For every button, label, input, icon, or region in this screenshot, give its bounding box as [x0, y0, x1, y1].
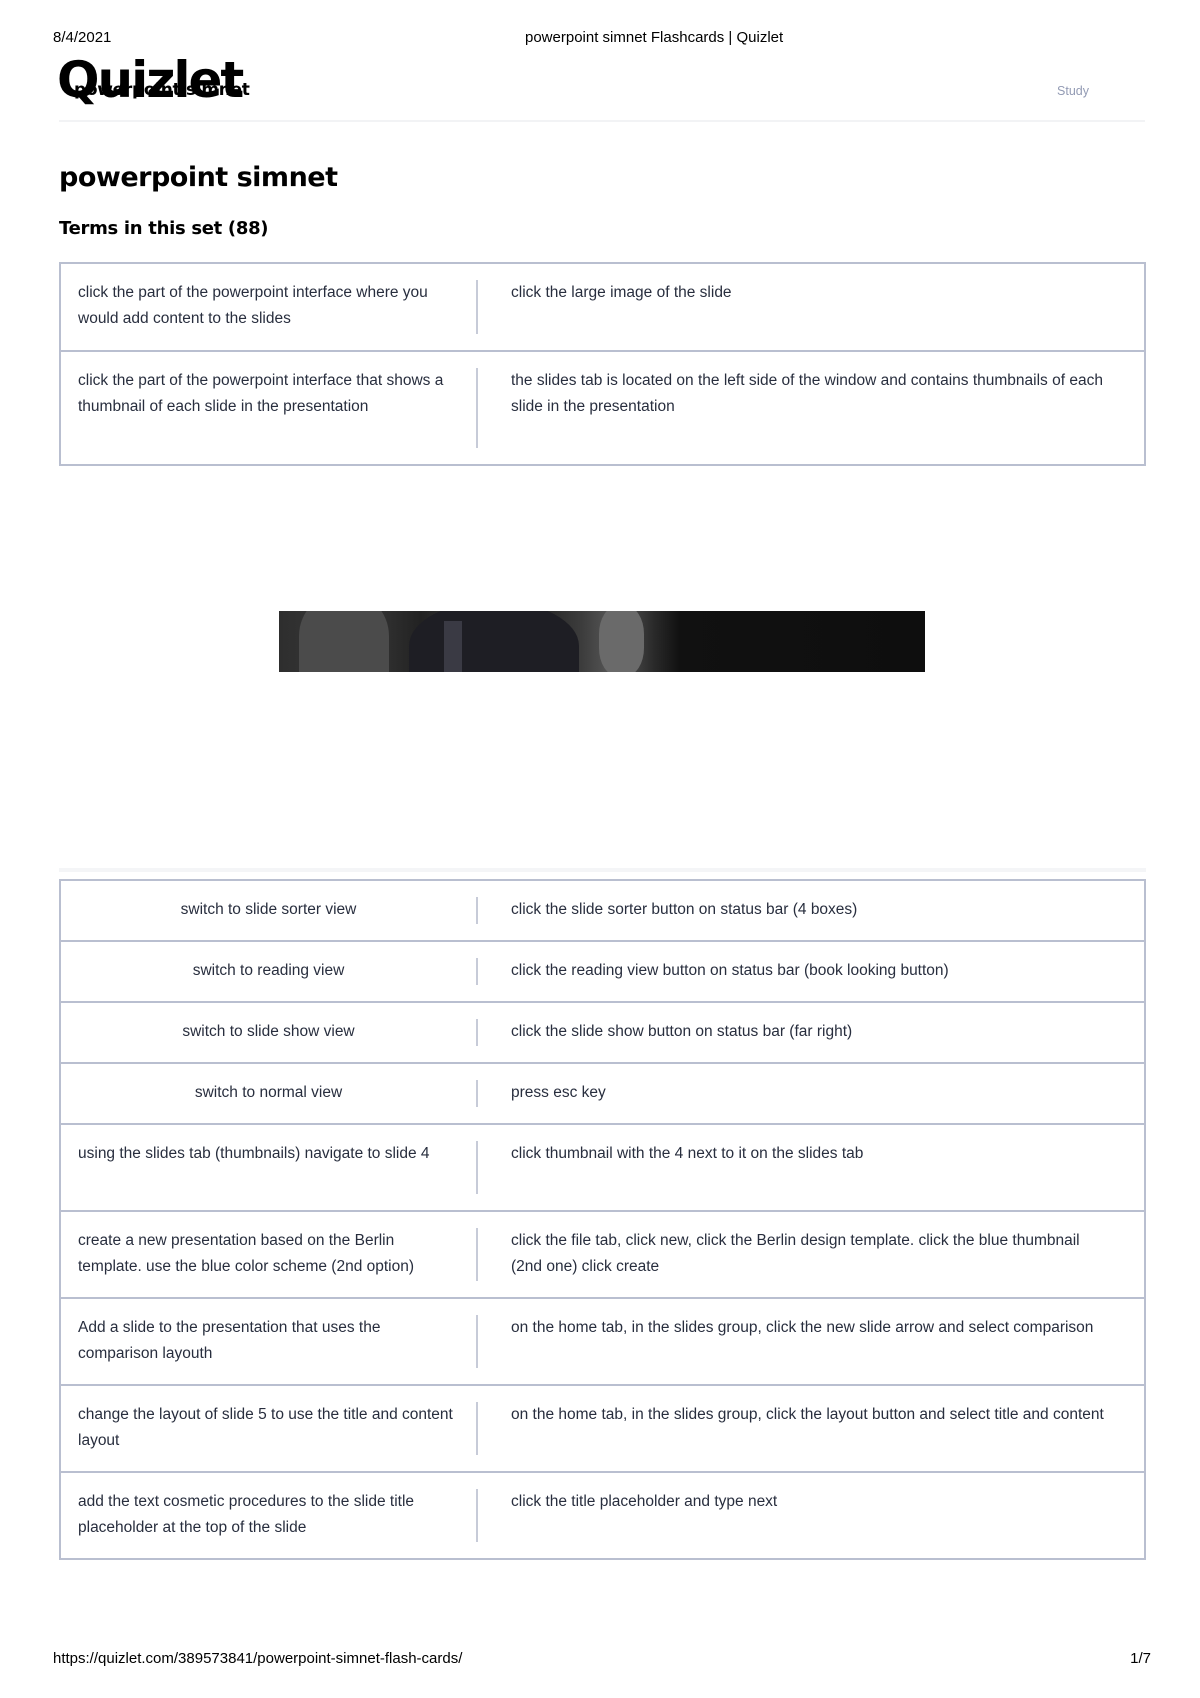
ad-person-shape	[409, 611, 579, 672]
study-link[interactable]: Study	[1057, 84, 1089, 98]
term-row: create a new presentation based on the B…	[61, 1212, 1144, 1299]
term-row: switch to slide sorter view click the sl…	[61, 881, 1144, 942]
term-definition: press esc key	[511, 1084, 606, 1101]
advertisement-image[interactable]	[279, 611, 925, 672]
ad-tie-shape	[444, 621, 462, 672]
set-title: powerpoint simnet	[59, 162, 338, 193]
term-row: add the text cosmetic procedures to the …	[61, 1473, 1144, 1560]
term-word: create a new presentation based on the B…	[61, 1228, 478, 1281]
term-definition: click the slide show button on status ba…	[511, 1023, 853, 1040]
term-word: using the slides tab (thumbnails) naviga…	[61, 1141, 478, 1194]
term-word: switch to normal view	[61, 1080, 478, 1107]
term-row: Add a slide to the presentation that use…	[61, 1299, 1144, 1386]
term-definition: on the home tab, in the slides group, cl…	[511, 1406, 1104, 1423]
section-divider	[59, 868, 1146, 872]
term-row: switch to slide show view click the slid…	[61, 1003, 1144, 1064]
term-definition: click the reading view button on status …	[511, 962, 949, 979]
term-definition: click the title placeholder and type nex…	[511, 1493, 778, 1510]
ad-person-shape	[599, 611, 644, 672]
term-row: click the part of the powerpoint interfa…	[61, 352, 1144, 466]
term-word: switch to reading view	[61, 958, 478, 985]
term-row: switch to normal view press esc key	[61, 1064, 1144, 1125]
site-header: Quizlet powerpoint simnet Study	[57, 50, 1145, 122]
print-page-number: 1/7	[1130, 1650, 1151, 1667]
term-definition: on the home tab, in the slides group, cl…	[511, 1319, 1094, 1336]
terms-list-bottom: switch to slide sorter view click the sl…	[59, 879, 1146, 1560]
term-definition: the slides tab is located on the left si…	[511, 372, 1103, 415]
print-footer: https://quizlet.com/389573841/powerpoint…	[0, 1650, 1200, 1670]
term-row: click the part of the powerpoint interfa…	[61, 264, 1144, 352]
print-page-title: powerpoint simnet Flashcards | Quizlet	[525, 29, 784, 46]
term-definition: click the file tab, click new, click the…	[511, 1232, 1080, 1275]
term-word: change the layout of slide 5 to use the …	[61, 1402, 478, 1455]
term-word: switch to slide sorter view	[61, 897, 478, 924]
term-word: click the part of the powerpoint interfa…	[61, 368, 478, 448]
term-word: add the text cosmetic procedures to the …	[61, 1489, 478, 1542]
print-header: 8/4/2021 powerpoint simnet Flashcards | …	[0, 29, 1200, 49]
term-definition: click the large image of the slide	[511, 284, 732, 301]
term-row: using the slides tab (thumbnails) naviga…	[61, 1125, 1144, 1212]
term-definition: click the slide sorter button on status …	[511, 901, 858, 918]
term-word: switch to slide show view	[61, 1019, 478, 1046]
print-date: 8/4/2021	[53, 29, 112, 46]
terms-list-top: click the part of the powerpoint interfa…	[59, 262, 1146, 466]
header-set-title: powerpoint simnet	[74, 80, 250, 100]
term-row: switch to reading view click the reading…	[61, 942, 1144, 1003]
term-word: Add a slide to the presentation that use…	[61, 1315, 478, 1368]
terms-heading: Terms in this set (88)	[59, 218, 269, 239]
print-url: https://quizlet.com/389573841/powerpoint…	[53, 1650, 463, 1667]
term-definition: click thumbnail with the 4 next to it on…	[511, 1145, 864, 1162]
term-row: change the layout of slide 5 to use the …	[61, 1386, 1144, 1473]
ad-person-shape	[299, 611, 389, 672]
term-word: click the part of the powerpoint interfa…	[61, 280, 478, 334]
